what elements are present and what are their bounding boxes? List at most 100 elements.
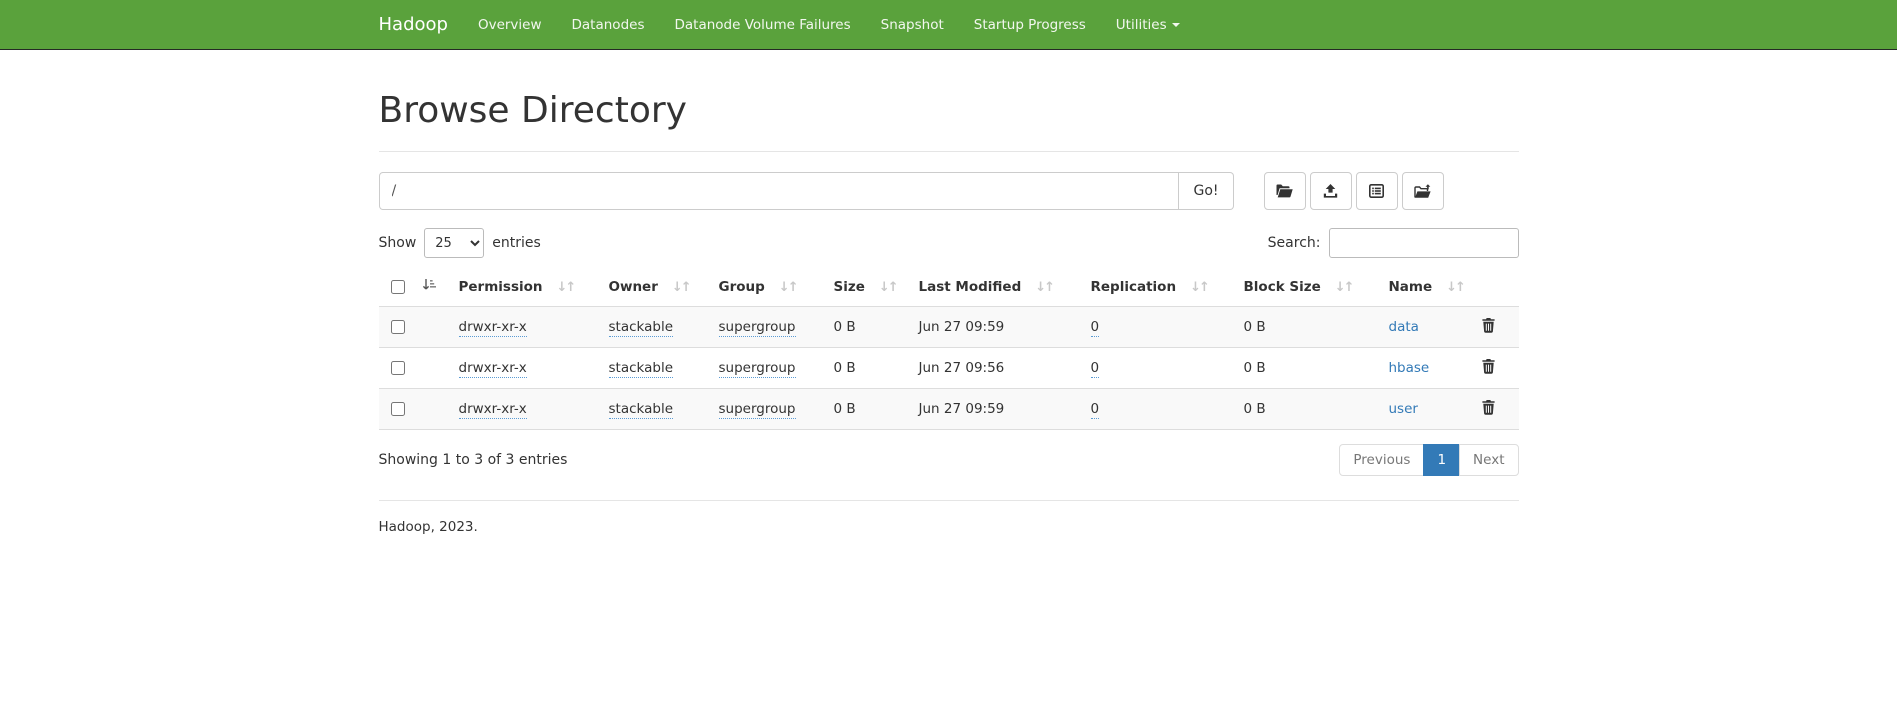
group-editable[interactable]: supergroup xyxy=(719,360,796,378)
directory-input-group: Go! xyxy=(379,172,1234,210)
nav-item-utilities[interactable]: Utilities xyxy=(1101,0,1195,49)
size-cell: 0 B xyxy=(826,307,911,348)
column-label: Group xyxy=(719,279,765,295)
column-label: Block Size xyxy=(1244,279,1321,295)
owner-editable[interactable]: stackable xyxy=(609,401,674,419)
delete-button[interactable] xyxy=(1480,357,1497,379)
block-size-cell: 0 B xyxy=(1236,348,1381,389)
row-checkbox[interactable] xyxy=(391,402,405,416)
row-checkbox[interactable] xyxy=(391,320,405,334)
sort-both-icon: ↓↑ xyxy=(1035,280,1053,295)
block-size-cell: 0 B xyxy=(1236,307,1381,348)
sort-both-icon: ↓↑ xyxy=(1335,280,1353,295)
name-cell: user xyxy=(1381,389,1472,430)
show-entries-control: Show 25 entries xyxy=(379,228,541,258)
table-header-row: Permission↓↑ Owner↓↑ Group↓↑ Size↓↑ Last… xyxy=(379,268,1519,307)
permission-cell: drwxr-xr-x xyxy=(451,307,601,348)
footer-text: Hadoop, 2023. xyxy=(379,519,1519,535)
owner-cell: stackable xyxy=(601,348,711,389)
sort-both-icon: ↓↑ xyxy=(557,280,575,295)
permission-cell: drwxr-xr-x xyxy=(451,389,601,430)
trash-icon xyxy=(1482,403,1495,418)
select-all-header[interactable] xyxy=(379,268,451,307)
column-label: Name xyxy=(1389,279,1433,295)
column-label: Owner xyxy=(609,279,658,295)
pagination-page-1[interactable]: 1 xyxy=(1423,444,1460,476)
directory-link-data[interactable]: data xyxy=(1389,319,1419,335)
nav-item-snapshot[interactable]: Snapshot xyxy=(866,0,959,49)
list-alt-button[interactable] xyxy=(1356,172,1398,210)
row-select-cell xyxy=(379,307,451,348)
nav-item-startup-progress[interactable]: Startup Progress xyxy=(959,0,1101,49)
actions-cell xyxy=(1472,389,1519,430)
group-editable[interactable]: supergroup xyxy=(719,319,796,337)
column-header-size[interactable]: Size↓↑ xyxy=(826,268,911,307)
upload-files-button[interactable] xyxy=(1310,172,1352,210)
brand-hadoop[interactable]: Hadoop xyxy=(379,14,463,35)
path-bar: Go! xyxy=(379,172,1519,210)
utilities-label: Utilities xyxy=(1116,17,1167,33)
column-header-owner[interactable]: Owner↓↑ xyxy=(601,268,711,307)
entries-label: entries xyxy=(492,235,541,251)
group-editable[interactable]: supergroup xyxy=(719,401,796,419)
table-row: drwxr-xr-x stackable supergroup 0 B Jun … xyxy=(379,389,1519,430)
group-cell: supergroup xyxy=(711,389,826,430)
page-size-select[interactable]: 25 xyxy=(424,228,484,258)
nav-item-overview[interactable]: Overview xyxy=(463,0,557,49)
table-controls: Show 25 entries Search: xyxy=(379,228,1519,258)
directory-link-hbase[interactable]: hbase xyxy=(1389,360,1430,376)
column-header-last-modified[interactable]: Last Modified ↓↑ xyxy=(911,268,1083,307)
column-header-actions xyxy=(1472,268,1519,307)
nav-item-datanode-volume-failures[interactable]: Datanode Volume Failures xyxy=(659,0,865,49)
last-modified-cell: Jun 27 09:56 xyxy=(911,348,1083,389)
divider xyxy=(379,500,1519,501)
size-cell: 0 B xyxy=(826,348,911,389)
pagination-next[interactable]: Next xyxy=(1459,444,1518,476)
directory-link-user[interactable]: user xyxy=(1389,401,1418,417)
replication-editable[interactable]: 0 xyxy=(1091,360,1100,378)
folder-open-icon xyxy=(1276,184,1293,198)
column-header-name[interactable]: Name↓↑ xyxy=(1381,268,1472,307)
column-header-block-size[interactable]: Block Size ↓↑ xyxy=(1236,268,1381,307)
delete-button[interactable] xyxy=(1480,398,1497,420)
replication-editable[interactable]: 0 xyxy=(1091,319,1100,337)
owner-editable[interactable]: stackable xyxy=(609,319,674,337)
table-footer: Showing 1 to 3 of 3 entries Previous 1 N… xyxy=(379,444,1519,476)
row-checkbox[interactable] xyxy=(391,361,405,375)
delete-button[interactable] xyxy=(1480,316,1497,338)
hdfs-browser-page: Hadoop Overview Datanodes Datanode Volum… xyxy=(0,0,1897,722)
go-parent-directory-button[interactable] xyxy=(1402,172,1444,210)
owner-cell: stackable xyxy=(601,307,711,348)
column-label: Last Modified xyxy=(919,279,1022,295)
pagination: Previous 1 Next xyxy=(1339,444,1518,476)
sort-amount-icon xyxy=(422,278,437,296)
show-label: Show xyxy=(379,235,417,251)
column-header-replication[interactable]: Replication↓↑ xyxy=(1083,268,1236,307)
page-title: Browse Directory xyxy=(379,90,1519,131)
permission-editable[interactable]: drwxr-xr-x xyxy=(459,401,527,419)
site-footer: Hadoop, 2023. xyxy=(379,500,1519,535)
sort-both-icon: ↓↑ xyxy=(779,280,797,295)
last-modified-cell: Jun 27 09:59 xyxy=(911,307,1083,348)
create-directory-button[interactable] xyxy=(1264,172,1306,210)
trash-icon xyxy=(1482,321,1495,336)
divider xyxy=(379,151,1519,152)
sort-both-icon: ↓↑ xyxy=(879,280,897,295)
go-button[interactable]: Go! xyxy=(1179,172,1233,210)
pagination-previous[interactable]: Previous xyxy=(1339,444,1424,476)
table-row: drwxr-xr-x stackable supergroup 0 B Jun … xyxy=(379,307,1519,348)
owner-cell: stackable xyxy=(601,389,711,430)
search-input[interactable] xyxy=(1329,228,1519,258)
select-all-checkbox[interactable] xyxy=(391,280,405,294)
owner-editable[interactable]: stackable xyxy=(609,360,674,378)
directory-path-input[interactable] xyxy=(379,172,1180,210)
column-header-group[interactable]: Group ↓↑ xyxy=(711,268,826,307)
replication-cell: 0 xyxy=(1083,389,1236,430)
replication-cell: 0 xyxy=(1083,307,1236,348)
replication-editable[interactable]: 0 xyxy=(1091,401,1100,419)
permission-editable[interactable]: drwxr-xr-x xyxy=(459,319,527,337)
nav-item-datanodes[interactable]: Datanodes xyxy=(557,0,660,49)
column-header-permission[interactable]: Permission↓↑ xyxy=(451,268,601,307)
last-modified-cell: Jun 27 09:59 xyxy=(911,389,1083,430)
permission-editable[interactable]: drwxr-xr-x xyxy=(459,360,527,378)
